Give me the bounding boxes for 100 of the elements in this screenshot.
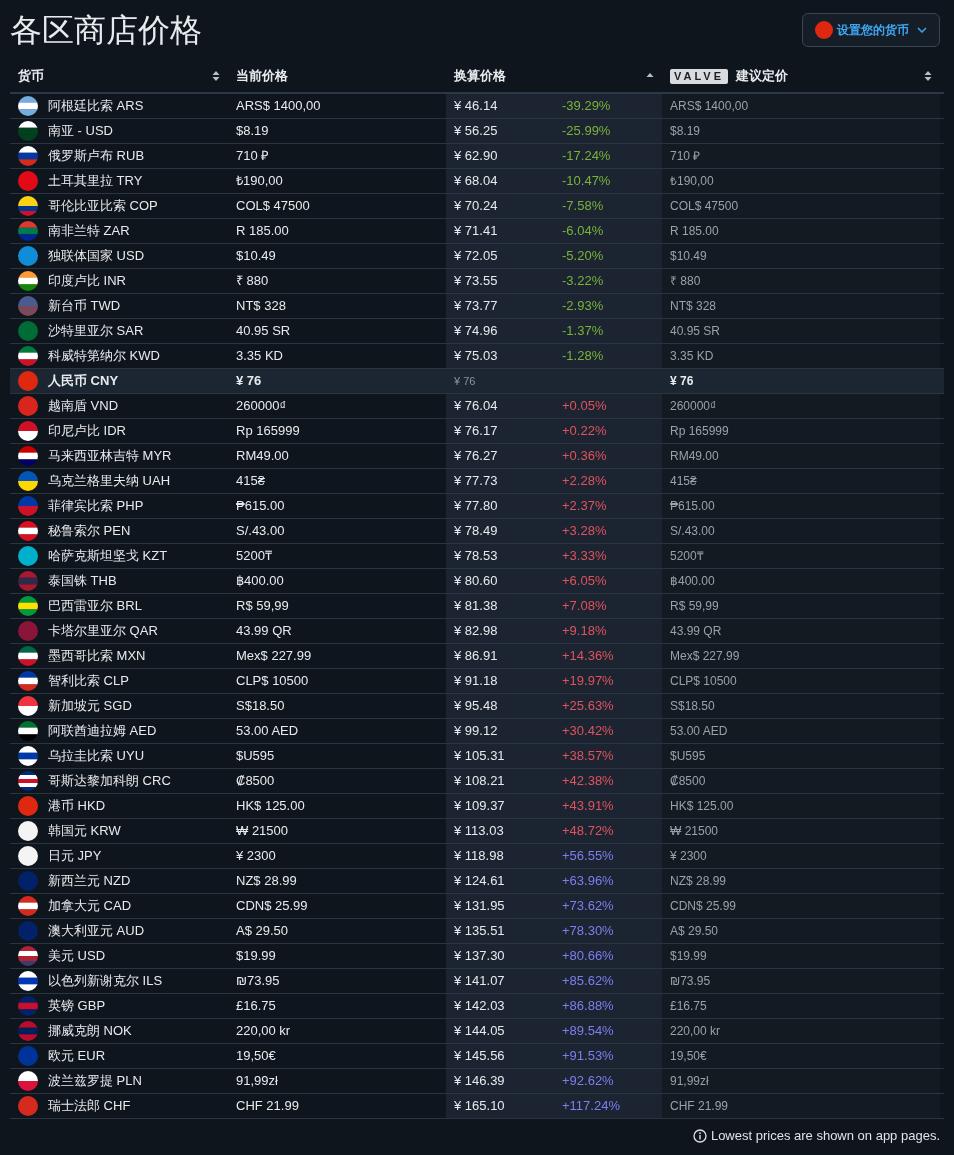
suggested-price: Rp 165999 <box>670 423 729 440</box>
current-price: ARS$ 1400,00 <box>236 97 321 116</box>
converted-price: ¥ 99.12 <box>454 722 499 741</box>
current-price: R 185.00 <box>236 222 289 241</box>
suggested-price: $10.49 <box>670 248 707 265</box>
current-price: 260000₫ <box>236 397 287 416</box>
currency-name: 巴西雷亚尔 BRL <box>48 597 142 616</box>
column-header[interactable]: 换算价格 <box>446 60 662 92</box>
converted-price: ¥ 74.96 <box>454 322 499 341</box>
current-price: CHF 21.99 <box>236 1097 299 1116</box>
currency-name: 挪威克朗 NOK <box>48 1022 132 1041</box>
current-price: 5200₸ <box>236 547 272 566</box>
currency-name: 墨西哥比索 MXN <box>48 647 146 666</box>
currency-name: 泰国铢 THB <box>48 572 117 591</box>
flag-icon <box>815 21 833 39</box>
suggested-price: 220,00 kr <box>670 1023 721 1040</box>
current-price: 91,99zł <box>236 1072 278 1091</box>
price-difference: +25.63% <box>562 697 614 716</box>
converted-price: ¥ 70.24 <box>454 197 499 216</box>
flag-icon <box>18 121 38 141</box>
converted-price: ¥ 118.98 <box>454 847 505 866</box>
price-difference: +0.22% <box>562 422 607 441</box>
flag-icon <box>18 1021 38 1041</box>
flag-icon <box>18 1096 38 1116</box>
flag-icon <box>18 696 38 716</box>
column-header[interactable]: VALVE 建议定价 <box>662 60 940 92</box>
converted-price: ¥ 124.61 <box>454 872 506 891</box>
current-price: 43.99 QR <box>236 622 292 641</box>
price-difference: +3.33% <box>562 547 607 566</box>
valve-logo: VALVE <box>670 68 729 84</box>
suggested-price: 91,99zł <box>670 1073 709 1090</box>
current-price: CDN$ 25.99 <box>236 897 308 916</box>
currency-name: 印尼卢比 IDR <box>48 422 126 441</box>
chevron-down-icon <box>917 27 927 33</box>
converted-price: ¥ 80.60 <box>454 572 499 591</box>
converted-price: ¥ 142.03 <box>454 997 506 1016</box>
currency-name: 瑞士法郎 CHF <box>48 1097 131 1116</box>
price-difference: +43.91% <box>562 797 614 816</box>
flag-icon <box>18 271 38 291</box>
currency-name: 乌克兰格里夫纳 UAH <box>48 472 171 491</box>
flag-icon <box>18 1071 38 1091</box>
suggested-price: RM49.00 <box>670 448 719 465</box>
header-label: 货币 <box>18 67 44 86</box>
current-price: 19,50€ <box>236 1047 276 1066</box>
suggested-price: ₺190,00 <box>670 173 714 190</box>
suggested-price: CDN$ 25.99 <box>670 898 737 915</box>
flag-icon <box>18 196 38 216</box>
converted-price: ¥ 72.05 <box>454 247 499 266</box>
suggested-price: ARS$ 1400,00 <box>670 98 749 115</box>
flag-icon <box>18 1046 38 1066</box>
suggested-price: R$ 59,99 <box>670 598 719 615</box>
flag-icon <box>18 821 38 841</box>
price-difference: +117.24% <box>562 1097 620 1116</box>
converted-price: ¥ 91.18 <box>454 672 499 691</box>
currency-name: 南非兰特 ZAR <box>48 222 130 241</box>
suggested-price: Mex$ 227.99 <box>670 648 740 665</box>
suggested-price: ₱615.00 <box>670 498 715 515</box>
price-difference: -1.28% <box>562 347 604 366</box>
flag-icon <box>18 96 38 116</box>
suggested-price: ₡8500 <box>670 773 706 790</box>
currency-button[interactable]: 设置您的货币 <box>802 13 940 47</box>
sort-icon <box>212 70 220 82</box>
column-header[interactable]: 当前价格 <box>228 60 446 92</box>
converted-price: ¥ 113.03 <box>454 822 505 841</box>
converted-price: ¥ 76.27 <box>454 447 499 466</box>
currency-name: 秘鲁索尔 PEN <box>48 522 131 541</box>
converted-price: ¥ 73.77 <box>454 297 499 316</box>
converted-price: ¥ 145.56 <box>454 1047 506 1066</box>
suggested-price: ₩ 21500 <box>670 823 719 840</box>
page-title: 各区商店价格 <box>10 14 202 46</box>
currency-name: 英镑 GBP <box>48 997 106 1016</box>
converted-price: ¥ 76.17 <box>454 422 499 441</box>
header-label: 换算价格 <box>454 67 506 86</box>
price-difference: +6.05% <box>562 572 607 591</box>
column-header[interactable]: 货币 <box>10 60 228 92</box>
flag-icon <box>18 571 38 591</box>
price-difference: +7.08% <box>562 597 607 616</box>
price-difference: +30.42% <box>562 722 614 741</box>
current-price: RM49.00 <box>236 447 289 466</box>
currency-name: 加拿大元 CAD <box>48 897 132 916</box>
current-price: CLP$ 10500 <box>236 672 309 691</box>
converted-price: ¥ 141.07 <box>454 972 506 991</box>
converted-price: ¥ 81.38 <box>454 597 499 616</box>
suggested-price: 5200₸ <box>670 548 704 565</box>
current-price: 40.95 SR <box>236 322 291 341</box>
flag-icon <box>18 296 38 316</box>
converted-price: ¥ 165.10 <box>454 1097 506 1116</box>
converted-price: ¥ 73.55 <box>454 272 499 291</box>
converted-price: ¥ 75.03 <box>454 347 499 366</box>
current-price: 415₴ <box>236 472 265 491</box>
current-price: 220,00 kr <box>236 1022 291 1041</box>
current-price: S/.43.00 <box>236 522 285 541</box>
price-difference: +78.30% <box>562 922 614 941</box>
flag-icon <box>18 346 38 366</box>
current-price: ¥ 2300 <box>236 847 276 866</box>
currency-name: 欧元 EUR <box>48 1047 106 1066</box>
currency-name: 俄罗斯卢布 RUB <box>48 147 145 166</box>
current-price: ฿400.00 <box>236 572 284 591</box>
currency-name: 波兰兹罗提 PLN <box>48 1072 142 1091</box>
current-price: ₩ 21500 <box>236 822 289 841</box>
